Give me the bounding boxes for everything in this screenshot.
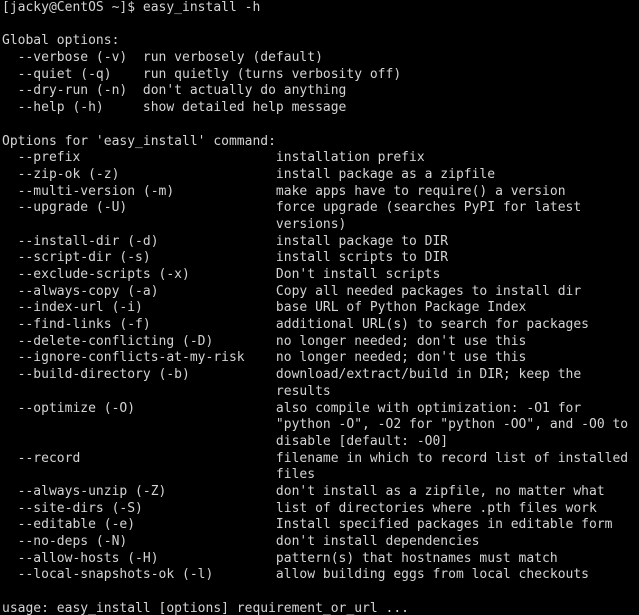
terminal-line: --index-url (-i) base URL of Python Pack… bbox=[2, 300, 527, 316]
terminal-line: --install-dir (-d) install package to DI… bbox=[2, 233, 449, 249]
terminal-line: --ignore-conflicts-at-my-risk no longer … bbox=[2, 350, 527, 366]
terminal-line: --verbose (-v) run verbosely (default) bbox=[2, 50, 323, 66]
terminal-line: --zip-ok (-z) install package as a zipfi… bbox=[2, 166, 496, 182]
terminal-line: --allow-hosts (-H) pattern(s) that hostn… bbox=[2, 550, 558, 566]
terminal-line: --find-links (-f) additional URL(s) to s… bbox=[2, 317, 589, 333]
terminal-line: --no-deps (-N) don't install dependencie… bbox=[2, 534, 480, 549]
terminal-line: --exclude-scripts (-x) Don't install scr… bbox=[2, 267, 441, 282]
terminal-line: --record filename in which to record lis… bbox=[2, 450, 629, 466]
terminal-line: usage: easy_install [options] requiremen… bbox=[2, 600, 409, 615]
terminal-line: --always-copy (-a) Copy all needed packa… bbox=[2, 283, 582, 299]
terminal-line: results bbox=[2, 383, 331, 399]
terminal-line: --dry-run (-n) don't actually do anythin… bbox=[2, 83, 347, 99]
terminal-line: Options for 'easy_install' command: bbox=[2, 133, 276, 149]
terminal-line: --build-directory (-b) download/extract/… bbox=[2, 367, 582, 383]
terminal-line: --editable (-e) Install specified packag… bbox=[2, 517, 613, 533]
terminal-line: --site-dirs (-S) list of directories whe… bbox=[2, 500, 597, 516]
terminal-line: --upgrade (-U) force upgrade (searches P… bbox=[2, 200, 582, 216]
terminal-line: --prefix installation prefix bbox=[2, 150, 425, 166]
terminal-line: --optimize (-O) also compile with optimi… bbox=[2, 400, 582, 416]
terminal-line: --always-unzip (-Z) don't install as a z… bbox=[2, 483, 605, 499]
terminal-line: --delete-conflicting (-D) no longer need… bbox=[2, 333, 527, 349]
terminal-line: --local-snapshots-ok (-l) allow building… bbox=[2, 567, 589, 583]
terminal-line: --script-dir (-s) install scripts to DIR bbox=[2, 250, 449, 266]
terminal-line: Global options: bbox=[2, 33, 120, 49]
terminal-line: [jacky@CentOS ~]$ easy_install -h bbox=[2, 0, 261, 15]
terminal-window[interactable]: [jacky@CentOS ~]$ easy_install -h Global… bbox=[0, 0, 639, 615]
terminal-line: --quiet (-q) run quietly (turns verbosit… bbox=[2, 66, 402, 82]
terminal-output: [jacky@CentOS ~]$ easy_install -h Global… bbox=[0, 0, 639, 615]
terminal-line: files bbox=[2, 467, 316, 483]
terminal-line: versions) bbox=[2, 216, 347, 232]
terminal-line: disable [default: -O0] bbox=[2, 433, 449, 449]
terminal-line: --multi-version (-m) make apps have to r… bbox=[2, 183, 566, 199]
terminal-line: "python -O", -O2 for "python -OO", and -… bbox=[2, 417, 629, 433]
terminal-line: --help (-h) show detailed help message bbox=[2, 100, 347, 116]
